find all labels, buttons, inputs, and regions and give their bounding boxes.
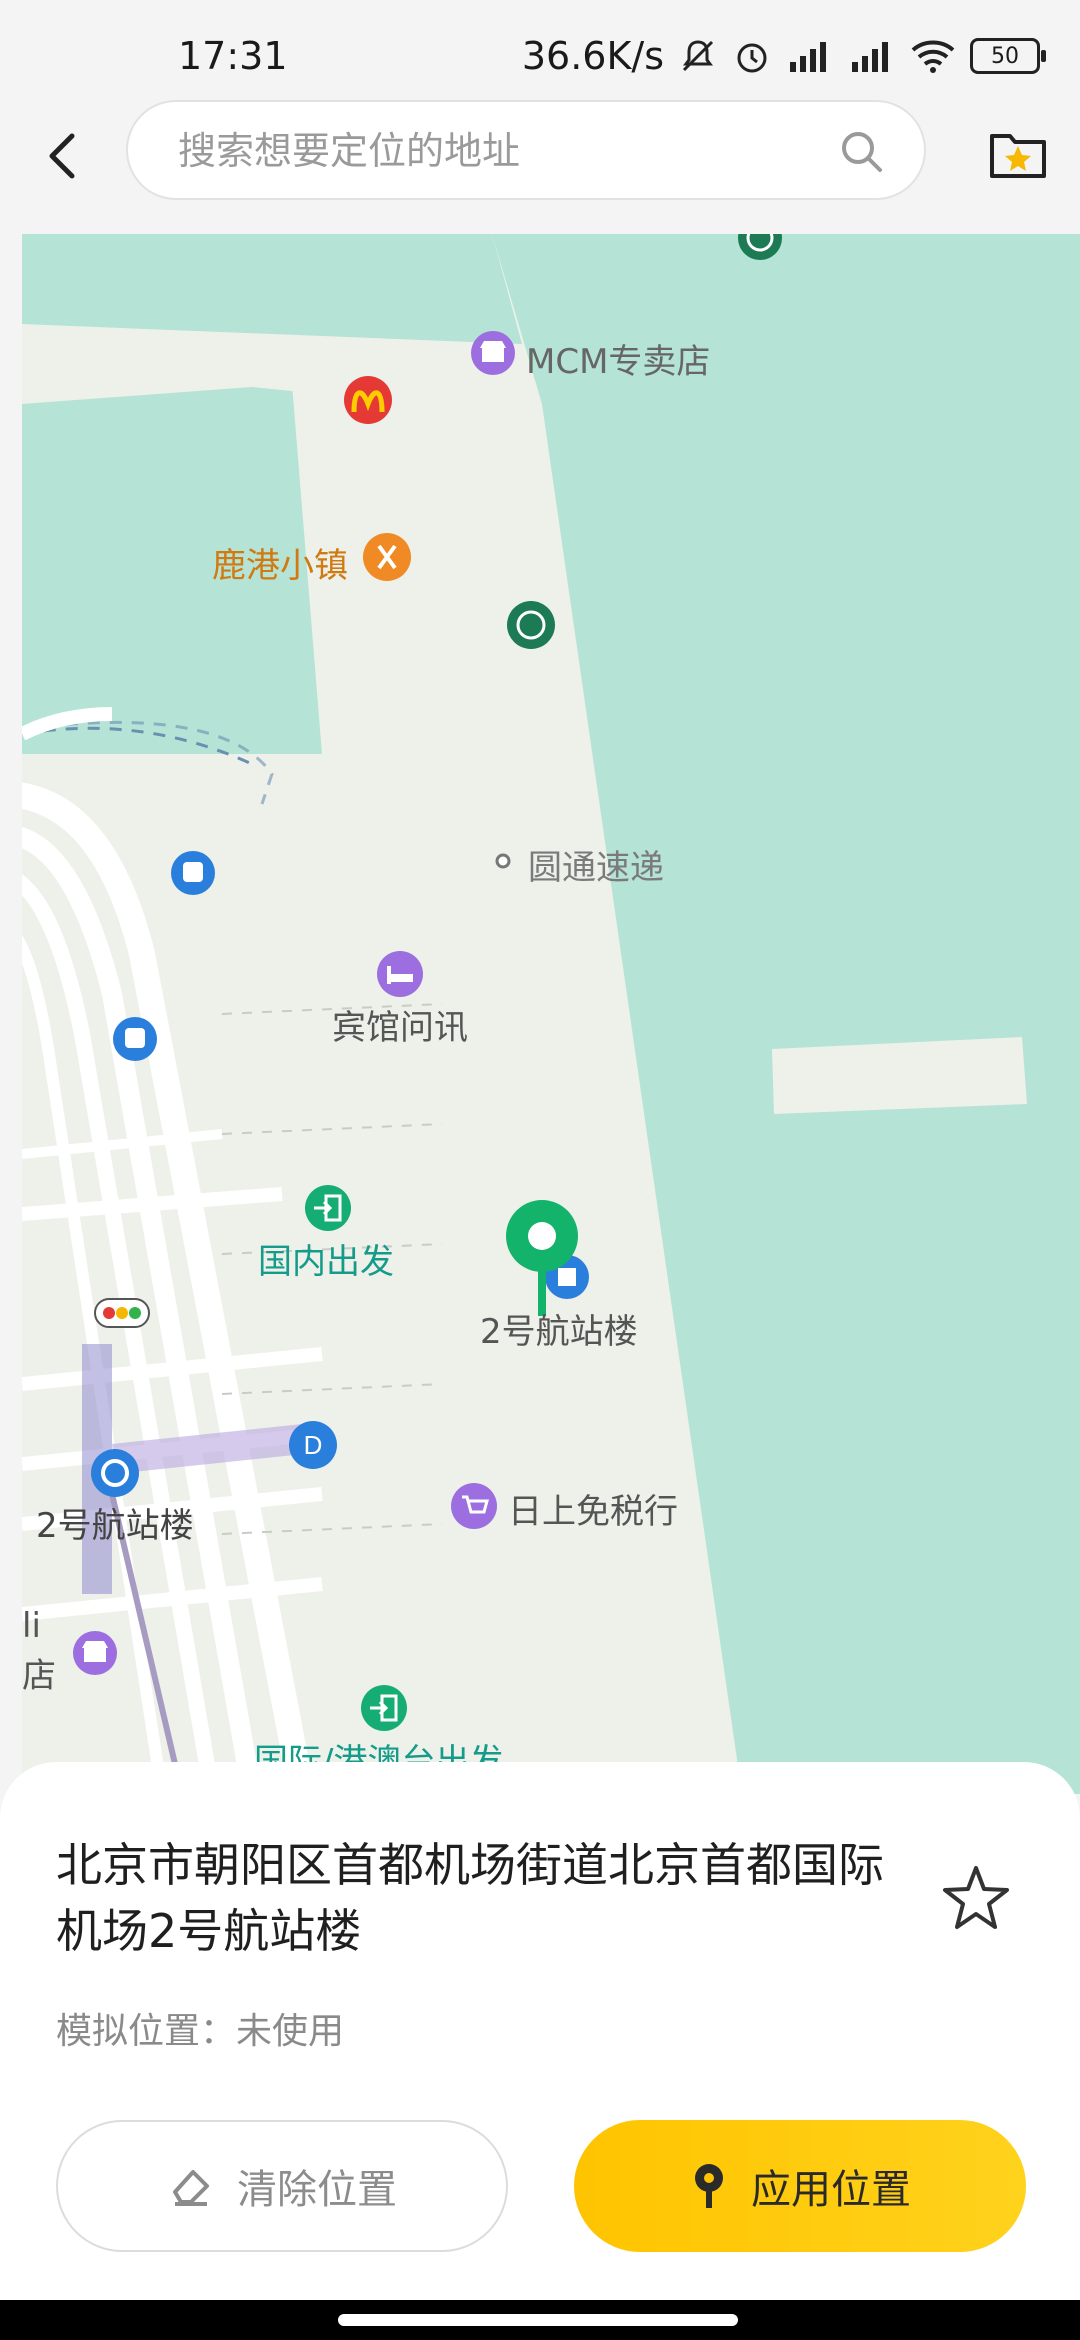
poi-label-yuantong[interactable]: 圆通速递 — [528, 840, 664, 889]
mcdonalds-icon[interactable] — [342, 374, 394, 426]
restaurant-icon[interactable] — [362, 532, 412, 582]
wifi-icon — [911, 40, 955, 73]
bus-stop-icon[interactable] — [170, 850, 216, 896]
svg-text:D: D — [304, 1430, 323, 1460]
system-nav-bar — [0, 2300, 1080, 2340]
traffic-light-icon — [94, 1298, 150, 1328]
poi-label-hotel[interactable]: 宾馆问讯 — [332, 1000, 468, 1049]
apply-location-button[interactable]: 应用位置 — [574, 2120, 1026, 2252]
status-bar: 17:31 36.6K/s 50 — [0, 0, 1080, 100]
location-pin-icon[interactable] — [500, 1194, 584, 1318]
search-box[interactable] — [126, 100, 926, 200]
search-input[interactable] — [176, 120, 820, 182]
search-icon[interactable] — [838, 128, 886, 176]
signal-icon-2 — [852, 42, 888, 72]
poi-label-duty-free[interactable]: 日上免税行 — [508, 1484, 678, 1533]
battery-indicator: 50 — [970, 38, 1046, 74]
shopping-cart-icon[interactable] — [450, 1482, 498, 1530]
clear-location-label: 清除位置 — [237, 2167, 397, 2213]
address-title: 北京市朝阳区首都机场街道北京首都国际机场2号航站楼 — [56, 1838, 884, 1958]
battery-level: 50 — [991, 43, 1019, 69]
star-icon[interactable] — [940, 1862, 1012, 1934]
status-time: 17:31 — [178, 34, 288, 78]
shop-icon-2[interactable] — [72, 1630, 118, 1676]
top-bar — [0, 100, 1080, 212]
hotel-icon[interactable] — [376, 950, 424, 998]
shop-icon[interactable] — [470, 330, 516, 376]
apply-location-label: 应用位置 — [751, 2167, 911, 2213]
map-view[interactable]: MCM专卖店 鹿港小镇 圆通速递 宾馆问讯 国内出发 2号航站楼 D 2号航站楼… — [22, 234, 1080, 1794]
map-canvas — [22, 234, 1080, 1794]
signal-icon — [790, 42, 826, 72]
location-sheet: 北京市朝阳区首都机场街道北京首都国际机场2号航站楼 模拟位置：未使用 清除位置 … — [0, 1762, 1080, 2300]
home-indicator[interactable] — [338, 2314, 738, 2326]
starbucks-icon[interactable] — [736, 234, 784, 262]
mock-status: 模拟位置：未使用 — [56, 2011, 345, 2052]
eraser-icon — [173, 2170, 209, 2206]
alarm-icon — [737, 43, 767, 73]
departure-icon-2[interactable] — [360, 1684, 408, 1732]
favorites-folder-icon[interactable] — [988, 122, 1048, 182]
poi-dot-icon — [495, 853, 511, 869]
status-icons: 36.6K/s 50 — [521, 34, 1046, 78]
poi-label-lugang[interactable]: 鹿港小镇 — [212, 538, 348, 587]
departure-icon[interactable] — [304, 1184, 352, 1232]
poi-label-edge-li: li — [22, 1606, 41, 1646]
metro-station-icon[interactable] — [90, 1448, 140, 1498]
bus-stop-icon-2[interactable] — [112, 1016, 158, 1062]
mute-icon — [682, 40, 714, 72]
back-arrow-icon[interactable] — [36, 128, 92, 184]
poi-label-t2[interactable]: 2号航站楼 — [480, 1304, 638, 1353]
poi-label-t2-station[interactable]: 2号航站楼 — [36, 1498, 194, 1547]
metro-d-icon[interactable]: D — [288, 1420, 338, 1470]
poi-label-domestic[interactable]: 国内出发 — [258, 1234, 394, 1283]
location-pin-icon — [695, 2164, 723, 2208]
net-speed: 36.6K/s — [521, 34, 664, 78]
poi-label-edge-store: 店 — [22, 1656, 56, 1696]
poi-label-mcm[interactable]: MCM专卖店 — [526, 334, 710, 383]
clear-location-button[interactable]: 清除位置 — [56, 2120, 508, 2252]
starbucks-icon[interactable] — [506, 600, 556, 650]
